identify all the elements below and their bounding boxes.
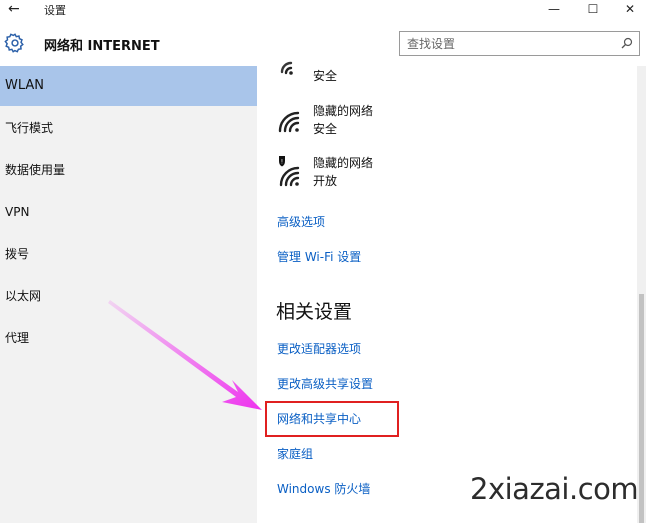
watermark: 2xiazai.com: [470, 472, 639, 506]
manage-wifi-settings-link[interactable]: 管理 Wi-Fi 设置: [277, 248, 361, 265]
network-name[interactable]: 隐藏的网络: [313, 103, 373, 120]
window-title: 设置: [44, 4, 66, 17]
sidebar-item-wlan[interactable]: WLAN: [0, 66, 257, 106]
related-settings-title: 相关设置: [276, 301, 353, 323]
page-title: 网络和 INTERNET: [44, 39, 160, 54]
network-name[interactable]: 隐藏的网络: [313, 155, 373, 172]
scroll-thumb[interactable]: [639, 294, 644, 523]
windows-firewall-link[interactable]: Windows 防火墙: [277, 480, 370, 497]
minimize-button[interactable]: —: [536, 0, 572, 20]
back-arrow-icon[interactable]: ←: [8, 0, 26, 18]
network-security: 安全: [313, 69, 338, 83]
sidebar-item-vpn[interactable]: VPN: [0, 192, 257, 232]
maximize-button[interactable]: ☐: [575, 0, 611, 20]
sidebar-item-proxy[interactable]: 代理: [0, 318, 257, 358]
highlight-box: [265, 401, 399, 437]
svg-text:!: !: [281, 159, 283, 166]
sidebar-item-dial-up[interactable]: 拨号: [0, 234, 257, 274]
sidebar-item-data-usage[interactable]: 数据使用量: [0, 150, 257, 190]
open-wifi-shield-icon[interactable]: !: [277, 155, 305, 187]
title-bar: ← 设置 — ☐ ✕: [0, 0, 646, 20]
network-security: 开放: [313, 174, 338, 188]
advanced-options-link[interactable]: 高级选项: [277, 213, 325, 230]
change-advanced-sharing-link[interactable]: 更改高级共享设置: [277, 375, 373, 392]
wifi-signal-icon: [280, 61, 293, 75]
close-button[interactable]: ✕: [612, 0, 646, 20]
search-box[interactable]: [399, 31, 640, 56]
network-security: 安全: [313, 122, 338, 136]
wifi-signal-icon[interactable]: [277, 107, 303, 133]
sidebar-item-ethernet[interactable]: 以太网: [0, 276, 257, 316]
change-adapter-options-link[interactable]: 更改适配器选项: [277, 340, 361, 357]
sidebar-item-airplane-mode[interactable]: 飞行模式: [0, 108, 257, 148]
gear-icon: [4, 33, 24, 53]
sidebar: WLAN 飞行模式 数据使用量 VPN 拨号 以太网 代理: [0, 66, 257, 523]
homegroup-link[interactable]: 家庭组: [277, 445, 313, 462]
search-input[interactable]: [400, 32, 615, 55]
search-icon[interactable]: [621, 37, 633, 49]
scrollbar[interactable]: [637, 66, 646, 523]
page-header: 网络和 INTERNET: [0, 20, 646, 66]
